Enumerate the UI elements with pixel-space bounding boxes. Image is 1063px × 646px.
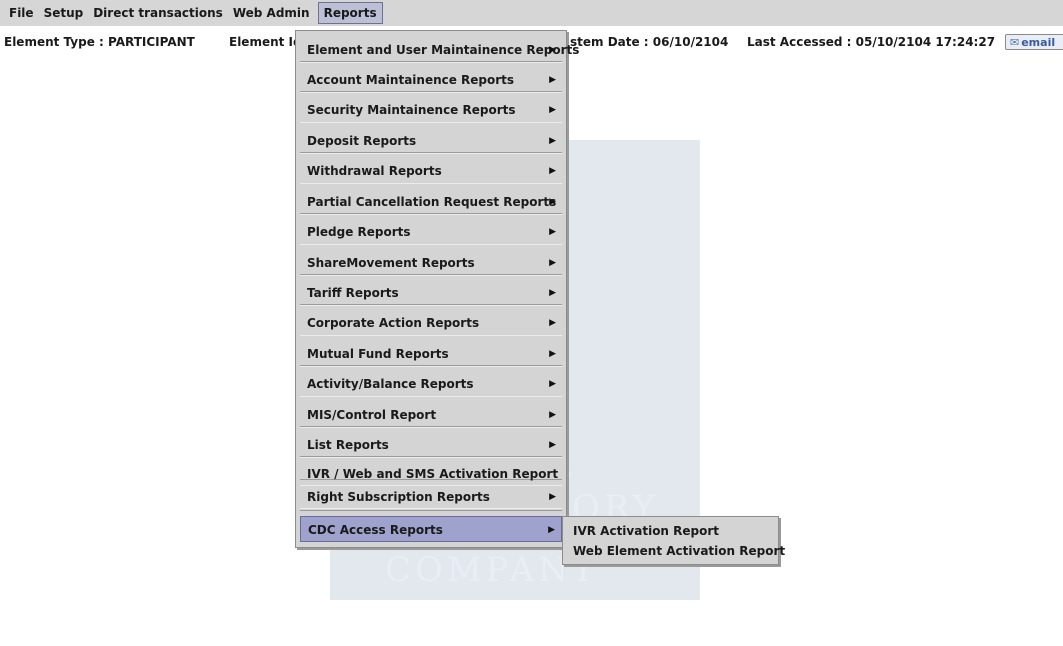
submenu-arrow-icon: ▶ — [549, 45, 556, 55]
submenu-arrow-icon: ▶ — [549, 318, 556, 328]
submenu-arrow-icon: ▶ — [549, 75, 556, 85]
reports-menu-item[interactable]: Pledge Reports ▶ — [300, 219, 562, 245]
menu-separator — [300, 510, 562, 511]
reports-menu-item[interactable]: Right Subscription Reports ▶ — [300, 485, 562, 509]
reports-menu-item-label: Right Subscription Reports — [307, 490, 490, 504]
submenu-arrow-icon: ▶ — [549, 379, 556, 389]
reports-menu-item[interactable]: Partial Cancellation Request Reports ▶ — [300, 189, 562, 215]
reports-menu-item-label: CDC Access Reports — [308, 523, 443, 537]
reports-menu-item-label: Partial Cancellation Request Reports — [307, 195, 557, 209]
reports-menu-item-label: Withdrawal Reports — [307, 164, 442, 178]
submenu-arrow-icon: ▶ — [549, 258, 556, 268]
submenu-arrow-icon: ▶ — [549, 440, 556, 450]
reports-menu-item[interactable]: CDC Access Reports ▶ — [300, 516, 562, 542]
submenu-arrow-icon: ▶ — [549, 288, 556, 298]
menu-web-admin[interactable]: Web Admin — [228, 3, 315, 23]
reports-menu-item-label: IVR / Web and SMS Activation Report — [307, 467, 559, 481]
reports-menu-item-label: Activity/Balance Reports — [307, 377, 474, 391]
email-button[interactable]: ✉ email — [1005, 34, 1063, 50]
reports-menu-item[interactable]: Security Maintainence Reports ▶ — [300, 97, 562, 123]
reports-menu: Element and User Maintainence Reports ▶ Ac… — [295, 30, 579, 548]
reports-menu-item[interactable]: Deposit Reports ▶ — [300, 128, 562, 154]
submenu-arrow-icon: ▶ — [549, 492, 556, 502]
envelope-icon: ✉ — [1010, 36, 1020, 49]
submenu-arrow-icon: ▶ — [549, 136, 556, 146]
reports-menu-item[interactable]: Corporate Action Reports ▶ — [300, 310, 562, 336]
reports-menu-item[interactable]: ShareMovement Reports ▶ — [300, 250, 562, 276]
menu-reports[interactable]: Reports — [317, 2, 383, 24]
last-accessed-label: Last Accessed : 05/10/2104 17:24:27 — [747, 35, 996, 49]
reports-menu-item-label: Pledge Reports — [307, 225, 411, 239]
reports-menu-item-label: Mutual Fund Reports — [307, 347, 449, 361]
reports-menu-item-label: List Reports — [307, 438, 389, 452]
submenu-arrow-icon: ▶ — [549, 197, 556, 207]
reports-menu-item[interactable]: Account Maintainence Reports ▶ — [300, 67, 562, 93]
reports-menu-item[interactable]: IVR / Web and SMS Activation Report — [300, 462, 562, 486]
reports-menu-item[interactable]: Withdrawal Reports ▶ — [300, 158, 562, 184]
submenu-arrow-icon: ▶ — [549, 349, 556, 359]
reports-menu-item-label: Corporate Action Reports — [307, 316, 480, 330]
menu-file[interactable]: File — [4, 3, 39, 23]
menu-direct-transactions[interactable]: Direct transactions — [88, 3, 228, 23]
reports-menu-item-label: Account Maintainence Reports — [307, 73, 515, 87]
submenu-arrow-icon: ▶ — [548, 525, 555, 535]
reports-menu-item[interactable]: List Reports ▶ — [300, 432, 562, 458]
reports-menu-item-label: Tariff Reports — [307, 286, 399, 300]
reports-menu-item-label: ShareMovement Reports — [307, 256, 475, 270]
reports-menu-item[interactable]: Activity/Balance Reports ▶ — [300, 371, 562, 397]
reports-menu-item[interactable]: Element and User Maintainence Reports ▶ — [300, 37, 579, 63]
menu-bar: File Setup Direct transactions Web Admin… — [0, 0, 1063, 26]
reports-menu-item-label: MIS/Control Report — [307, 408, 437, 422]
cdc-access-submenu: IVR Activation Report Web Element Activa… — [562, 516, 785, 565]
submenu-arrow-icon: ▶ — [549, 227, 556, 237]
submenu-item-ivr-activation[interactable]: IVR Activation Report — [573, 521, 719, 541]
email-button-label: email — [1021, 36, 1056, 49]
reports-menu-item-label: Element and User Maintainence Reports — [307, 43, 580, 57]
reports-menu-item[interactable]: Tariff Reports ▶ — [300, 280, 562, 306]
reports-menu-item-label: Security Maintainence Reports — [307, 103, 516, 117]
system-date-label: stem Date : 06/10/2104 — [570, 35, 729, 49]
submenu-arrow-icon: ▶ — [549, 410, 556, 420]
submenu-item-web-element-activation[interactable]: Web Element Activation Report — [573, 541, 785, 561]
menu-setup[interactable]: Setup — [39, 3, 89, 23]
reports-menu-item-label: Deposit Reports — [307, 134, 417, 148]
submenu-arrow-icon: ▶ — [549, 166, 556, 176]
element-type-label: Element Type : PARTICIPANT — [4, 35, 195, 49]
submenu-arrow-icon: ▶ — [549, 105, 556, 115]
reports-menu-item[interactable]: Mutual Fund Reports ▶ — [300, 341, 562, 367]
reports-menu-item[interactable]: MIS/Control Report ▶ — [300, 402, 562, 428]
